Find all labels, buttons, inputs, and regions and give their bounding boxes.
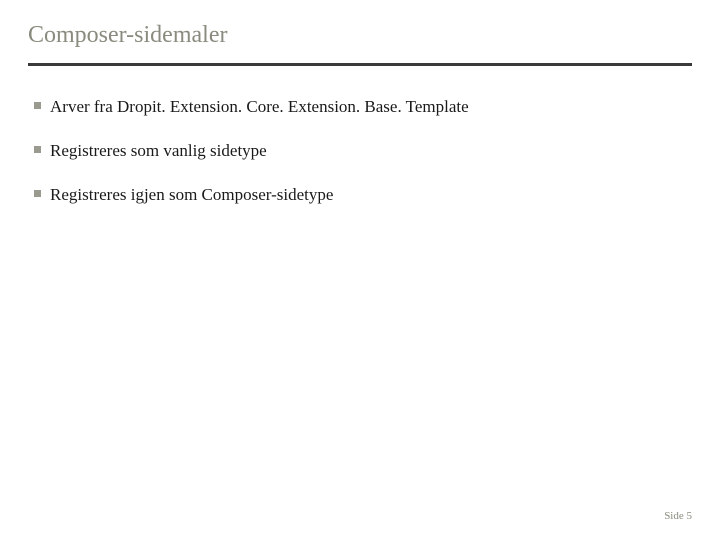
page-number: Side 5 <box>664 510 692 522</box>
list-item: Arver fra Dropit. Extension. Core. Exten… <box>28 96 692 118</box>
bullet-list: Arver fra Dropit. Extension. Core. Exten… <box>28 96 692 206</box>
list-item: Registreres igjen som Composer-sidetype <box>28 184 692 206</box>
title-divider <box>28 63 692 66</box>
slide: Composer-sidemaler Arver fra Dropit. Ext… <box>0 0 720 540</box>
list-item: Registreres som vanlig sidetype <box>28 140 692 162</box>
slide-title: Composer-sidemaler <box>28 22 692 49</box>
